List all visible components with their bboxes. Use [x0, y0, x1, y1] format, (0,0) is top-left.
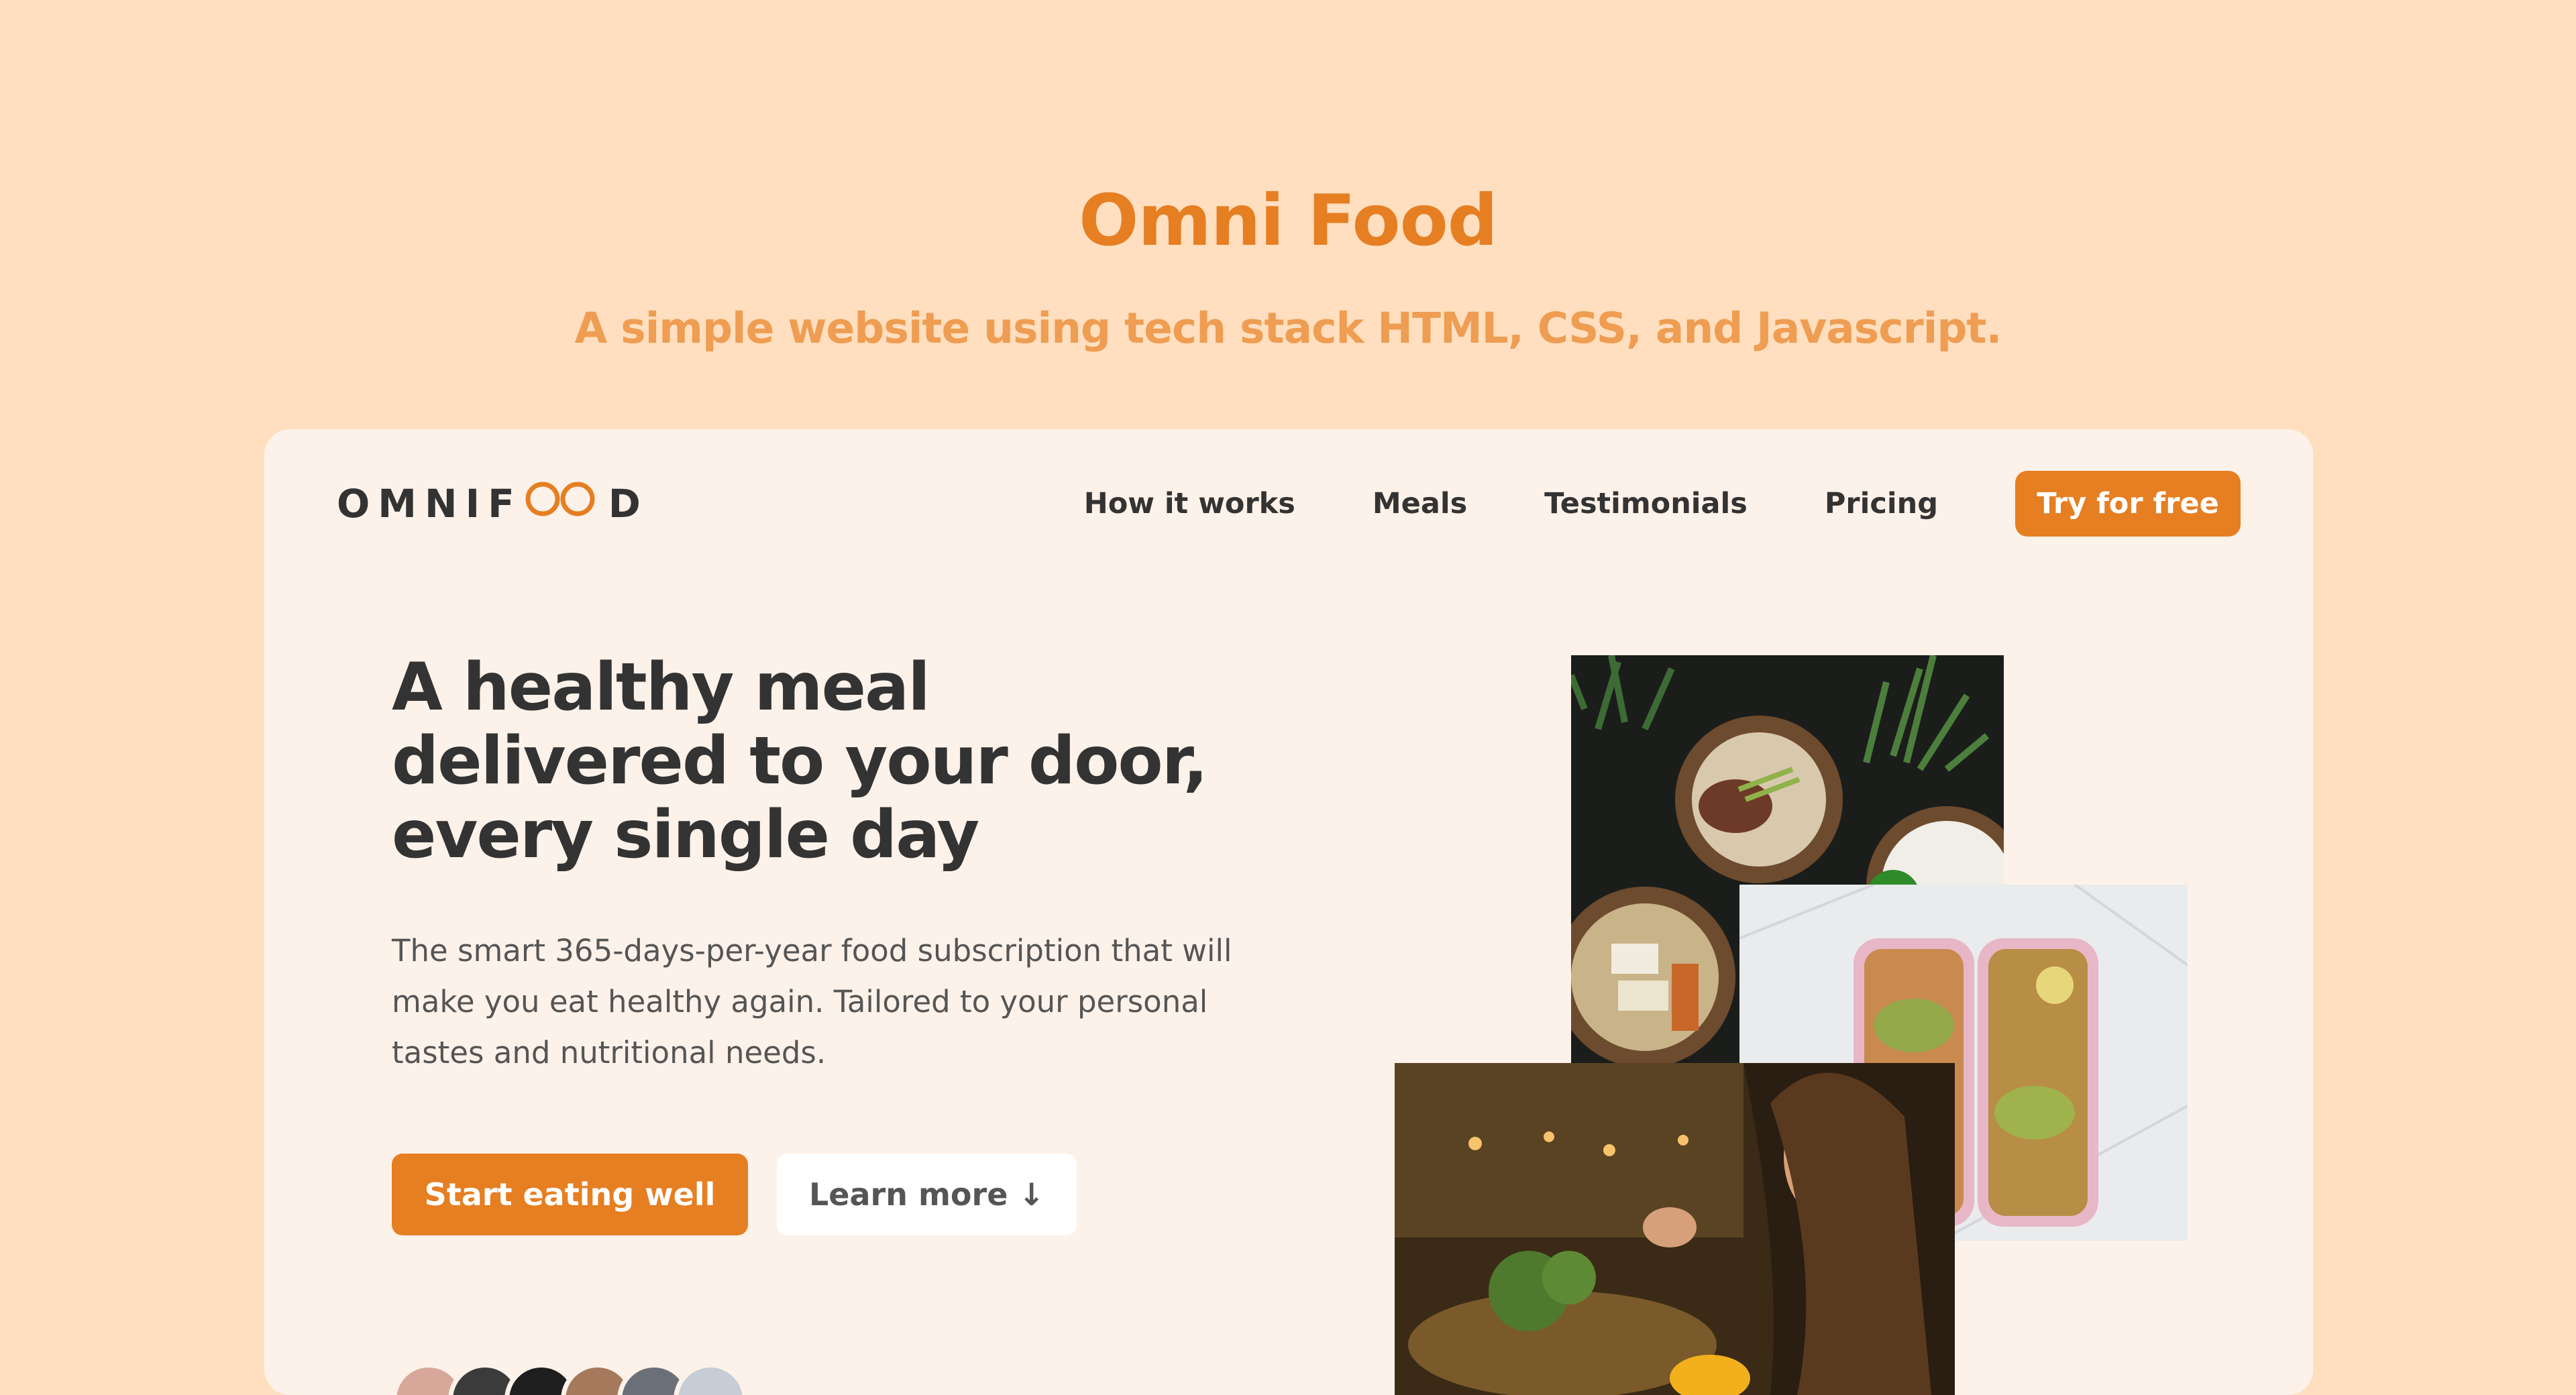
nav-pricing[interactable]: Pricing: [1825, 487, 1938, 520]
hero-title: A healthy meal delivered to your door, e…: [392, 649, 1208, 873]
start-eating-well-button[interactable]: Start eating well: [392, 1154, 748, 1235]
try-for-free-button[interactable]: Try for free: [2015, 471, 2241, 537]
customer-avatars: [392, 1363, 747, 1395]
nav-meals[interactable]: Meals: [1373, 487, 1467, 520]
page-title: Omni Food: [1079, 180, 1498, 262]
infinity-icon: [523, 480, 602, 528]
logo-text-right: D: [608, 481, 649, 526]
woman-eating-image: [1395, 1063, 1955, 1395]
logo-text-left: OMNIF: [337, 481, 523, 526]
site-preview-frame: OMNIF D How it works Meals Testimonials …: [264, 429, 2313, 1395]
omnifood-logo[interactable]: OMNIF D: [337, 480, 649, 528]
avatar: [674, 1363, 747, 1395]
page-subtitle: A simple website using tech stack HTML, …: [574, 304, 2002, 353]
main-nav: How it works Meals Testimonials Pricing …: [1084, 471, 2241, 537]
learn-more-button[interactable]: Learn more ↓: [777, 1154, 1077, 1235]
nav-how-it-works[interactable]: How it works: [1084, 487, 1295, 520]
hero-description: The smart 365-days-per-year food subscri…: [392, 933, 1232, 1070]
nav-testimonials[interactable]: Testimonials: [1544, 487, 1748, 520]
